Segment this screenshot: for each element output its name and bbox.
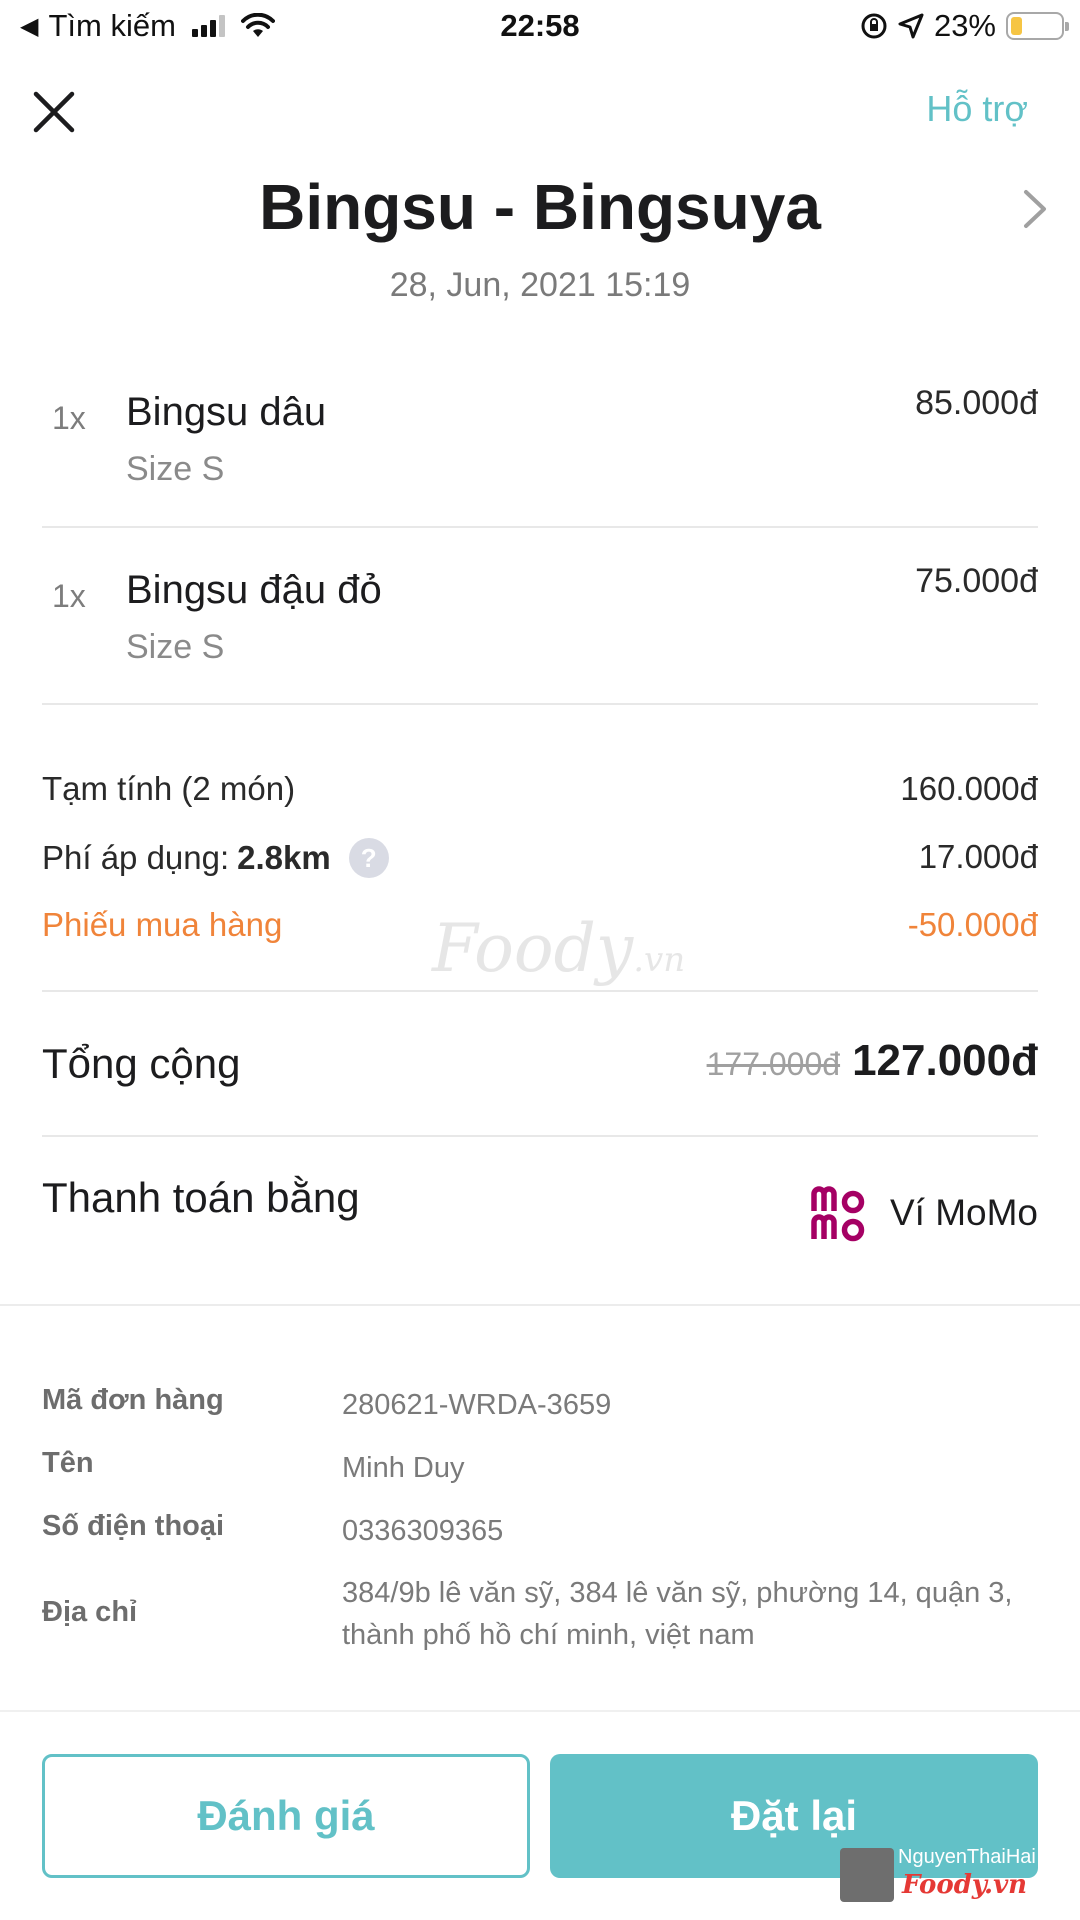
credit-logo: Foody.vn [902, 1870, 1028, 1900]
total-label: Tổng cộng [42, 1040, 241, 1087]
name-value: Minh Duy [342, 1452, 465, 1484]
voucher-value: -50.000đ [907, 906, 1038, 943]
status-right: 23% [860, 8, 1069, 44]
payment-row: Thanh toán bằng Ví MoMo [42, 1170, 1038, 1242]
total-value: 127.000đ [852, 1036, 1038, 1085]
credit-user: NguyenThaiHai [898, 1846, 1036, 1868]
name-label: Tên [42, 1447, 94, 1479]
close-icon[interactable] [32, 90, 76, 134]
divider [42, 1135, 1038, 1137]
payment-label: Thanh toán bằng [42, 1174, 360, 1221]
item-qty: 1x [52, 578, 86, 614]
item-name: Bingsu dâu [126, 390, 327, 434]
help-icon[interactable]: ? [348, 838, 389, 878]
item-price: 75.000đ [915, 562, 1038, 600]
order-id-value: 280621-WRDA-3659 [342, 1389, 612, 1421]
location-arrow-icon [898, 13, 924, 39]
divider [42, 526, 1038, 528]
info-row-phone: Số điện thoại 0336309365 [42, 1510, 1038, 1554]
order-item: 1x Bingsu đậu đỏ Size S 75.000đ [42, 548, 1038, 698]
voucher-label: Phiếu mua hàng [42, 906, 283, 943]
fee-label: Phí áp dụng: [42, 839, 230, 876]
fee-distance: 2.8km [237, 839, 331, 876]
rate-button[interactable]: Đánh giá [42, 1754, 530, 1878]
divider [42, 703, 1038, 705]
address-label: Địa chỉ [42, 1596, 138, 1628]
phone-value: 0336309365 [342, 1515, 504, 1547]
subtotal-row: Tạm tính (2 món) 160.000đ [42, 770, 1038, 816]
item-qty: 1x [52, 400, 86, 436]
shop-title[interactable]: Bingsu - Bingsuya [0, 170, 1080, 244]
order-item: 1x Bingsu dâu Size S 85.000đ [42, 370, 1038, 520]
subtotal-value: 160.000đ [900, 770, 1038, 807]
item-name: Bingsu đậu đỏ [126, 568, 382, 612]
battery-icon [1006, 12, 1069, 40]
item-price: 85.000đ [915, 384, 1038, 422]
chevron-right-icon[interactable] [1020, 186, 1050, 232]
battery-percent: 23% [933, 8, 996, 43]
credit-avatar [840, 1848, 894, 1902]
divider [42, 990, 1038, 992]
section-separator [0, 1304, 1080, 1306]
total-original: 177.000đ [706, 1046, 841, 1082]
fee-row: Phí áp dụng: 2.8km ? 17.000đ [42, 838, 1038, 884]
support-link[interactable]: Hỗ trợ [926, 88, 1028, 130]
status-bar: ◀ Tìm kiếm 22:58 23% [0, 0, 1080, 56]
momo-logo-icon [811, 1186, 865, 1242]
rotation-lock-icon [861, 13, 887, 39]
address-value: 384/9b lê văn sỹ, 384 lê văn sỹ, phường … [342, 1577, 1013, 1651]
foody-watermark: Foody.vn [432, 910, 686, 987]
info-row-name: Tên Minh Duy [42, 1447, 1038, 1491]
item-option: Size S [126, 450, 225, 488]
payment-method: Ví MoMo [889, 1192, 1038, 1233]
order-id-label: Mã đơn hàng [42, 1384, 224, 1416]
info-row-order-id: Mã đơn hàng 280621-WRDA-3659 [42, 1384, 1038, 1428]
phone-label: Số điện thoại [42, 1510, 225, 1542]
photo-credit: NguyenThaiHai Foody.vn [840, 1846, 1040, 1906]
subtotal-label: Tạm tính (2 món) [42, 770, 296, 807]
total-row: Tổng cộng 177.000đ 127.000đ [42, 1036, 1038, 1096]
order-datetime: 28, Jun, 2021 15:19 [389, 266, 691, 304]
info-row-address: Địa chỉ 384/9b lê văn sỹ, 384 lê văn sỹ,… [42, 1572, 1038, 1662]
fee-value: 17.000đ [918, 838, 1038, 875]
item-option: Size S [126, 628, 225, 666]
